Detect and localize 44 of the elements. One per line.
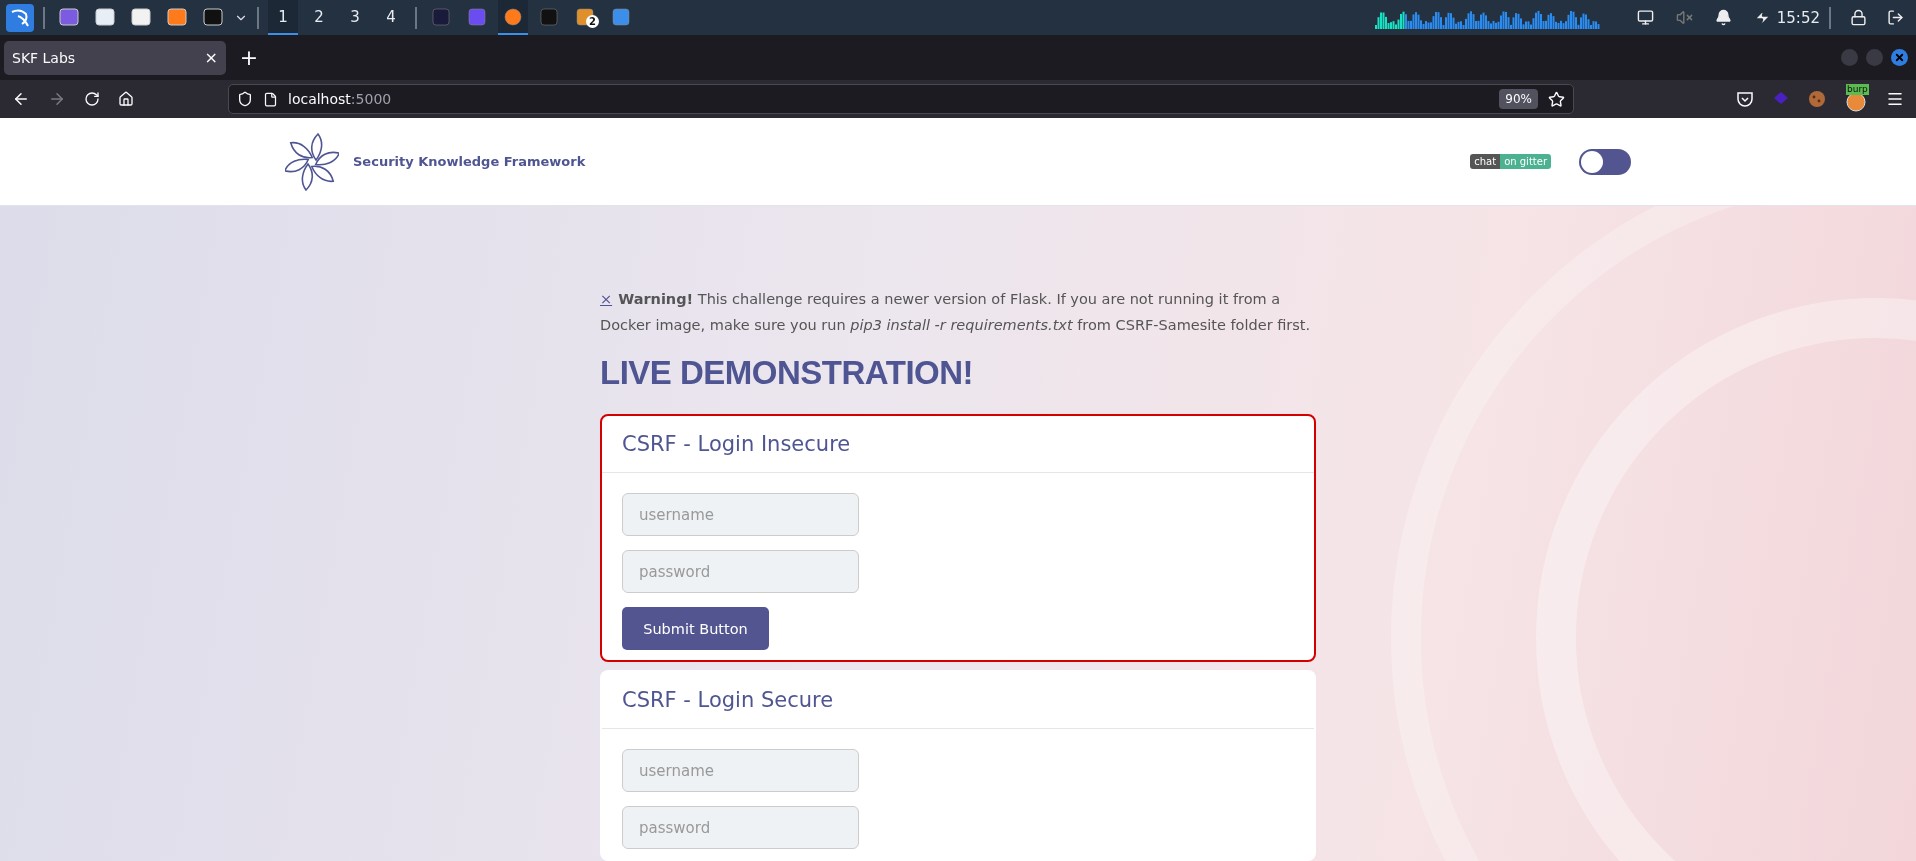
submit-button[interactable]: Submit Button xyxy=(622,607,769,650)
flower-logo-icon xyxy=(285,132,339,191)
zoom-level-button[interactable]: 90% xyxy=(1499,89,1538,109)
new-tab-button[interactable]: + xyxy=(234,45,264,70)
page-heading: LIVE DEMONSTRATION! xyxy=(600,354,975,392)
pocket-icon[interactable] xyxy=(1736,90,1754,108)
address-field[interactable]: localhost:5000 90% xyxy=(228,84,1574,114)
lock-icon xyxy=(1850,9,1867,26)
bell-icon xyxy=(1714,9,1732,26)
theme-toggle[interactable] xyxy=(1579,148,1631,175)
username-field[interactable]: username xyxy=(622,749,859,792)
workspace-button[interactable]: 2 xyxy=(304,0,334,35)
shield-icon xyxy=(237,91,253,107)
window-button[interactable]: 2 xyxy=(570,0,600,35)
logout-icon xyxy=(1887,9,1904,26)
count-badge: 2 xyxy=(586,15,599,28)
clock: 15:52 xyxy=(1776,8,1820,27)
window-button[interactable] xyxy=(498,0,528,35)
username-field[interactable]: username xyxy=(622,493,859,536)
forward-button[interactable] xyxy=(48,90,66,108)
back-button[interactable] xyxy=(12,90,30,108)
password-field[interactable]: password xyxy=(622,550,859,593)
warning-message: × Warning! This challenge requires a newer version of Flask. If you are not running it from a Docker image, make sure you run pip3 install -r requirements.txt from CSRF-Samesite folder first. xyxy=(600,290,1312,335)
site-title: Security Knowledge Framework xyxy=(353,154,587,169)
menu-button[interactable] xyxy=(1886,90,1904,108)
bookmark-star-button[interactable] xyxy=(1548,90,1565,108)
close-window-button[interactable] xyxy=(1891,49,1908,66)
workspace-button[interactable]: 3 xyxy=(340,0,370,35)
dragon-logo-icon[interactable] xyxy=(6,3,34,32)
dismiss-link[interactable]: × xyxy=(600,291,613,307)
card-title: CSRF - Login Secure xyxy=(622,688,834,712)
muted-speaker-icon xyxy=(1675,9,1693,26)
cookie-icon[interactable] xyxy=(1808,90,1826,108)
burp-extension-button[interactable]: burp xyxy=(1844,86,1868,112)
close-tab-button[interactable]: × xyxy=(204,48,218,67)
reload-button[interactable] xyxy=(84,91,100,107)
workspace-button[interactable]: 1 xyxy=(268,0,298,35)
page-icon xyxy=(263,91,278,107)
card-title: CSRF - Login Insecure xyxy=(622,432,851,456)
close-icon xyxy=(1894,52,1905,63)
browser-tab[interactable]: SKF Labs × xyxy=(4,40,226,75)
password-field[interactable]: password xyxy=(622,806,859,849)
workspace-button[interactable]: 4 xyxy=(376,0,406,35)
home-button[interactable] xyxy=(118,91,134,107)
